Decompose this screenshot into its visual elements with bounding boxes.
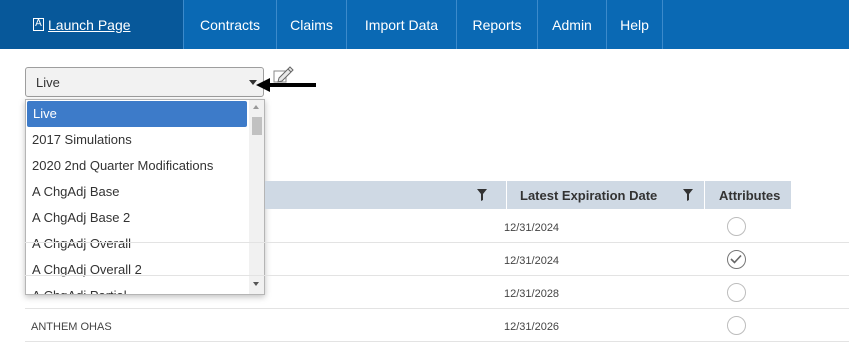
- scroll-up-icon[interactable]: [253, 105, 259, 109]
- column-header-attributes[interactable]: Attributes: [704, 181, 792, 209]
- nav-launch-page[interactable]: A Launch Page: [0, 0, 184, 49]
- table-row[interactable]: 12/31/2024: [25, 210, 849, 243]
- table-row[interactable]: ANTHEM OHAS 12/31/2026: [25, 309, 849, 342]
- dropdown-option[interactable]: 2017 Simulations: [26, 127, 248, 153]
- row-date: 12/31/2024: [504, 255, 560, 267]
- launch-page-icon: A: [33, 18, 44, 31]
- row-date: 12/31/2028: [504, 288, 560, 300]
- dropdown-option[interactable]: 2020 2nd Quarter Modifications: [26, 153, 248, 179]
- scenario-select-value: Live: [36, 75, 60, 90]
- table-row[interactable]: 12/31/2024: [25, 243, 849, 276]
- nav-claims[interactable]: Claims: [277, 0, 347, 49]
- dropdown-option[interactable]: A ChgAdj Base: [26, 179, 248, 205]
- attribute-check-icon[interactable]: [727, 250, 746, 269]
- scrollbar-thumb[interactable]: [252, 117, 262, 135]
- row-date: 12/31/2024: [504, 222, 560, 234]
- nav-reports[interactable]: Reports: [457, 0, 538, 49]
- nav-launch-page-label: Launch Page: [48, 16, 131, 33]
- scenario-select[interactable]: Live: [25, 67, 264, 97]
- column-header-latest-expiration-date[interactable]: Latest Expiration Date: [506, 181, 704, 209]
- nav-help[interactable]: Help: [607, 0, 663, 49]
- pointer-arrow-icon: [256, 78, 316, 92]
- nav-contracts[interactable]: Contracts: [184, 0, 277, 49]
- row-date: 12/31/2026: [504, 321, 560, 333]
- attribute-circle-icon[interactable]: [727, 316, 746, 335]
- row-name: ANTHEM OHAS: [31, 321, 112, 333]
- attribute-circle-icon[interactable]: [727, 283, 746, 302]
- filter-icon[interactable]: [683, 189, 693, 201]
- filter-icon[interactable]: [477, 189, 487, 201]
- table-row[interactable]: 12/31/2028: [25, 276, 849, 309]
- nav-import-data[interactable]: Import Data: [347, 0, 457, 49]
- dropdown-option-live[interactable]: Live: [27, 101, 247, 127]
- top-nav: A Launch Page Contracts Claims Import Da…: [0, 0, 849, 49]
- nav-admin[interactable]: Admin: [538, 0, 607, 49]
- attribute-circle-icon[interactable]: [727, 217, 746, 236]
- grid-header-blank: [792, 181, 849, 209]
